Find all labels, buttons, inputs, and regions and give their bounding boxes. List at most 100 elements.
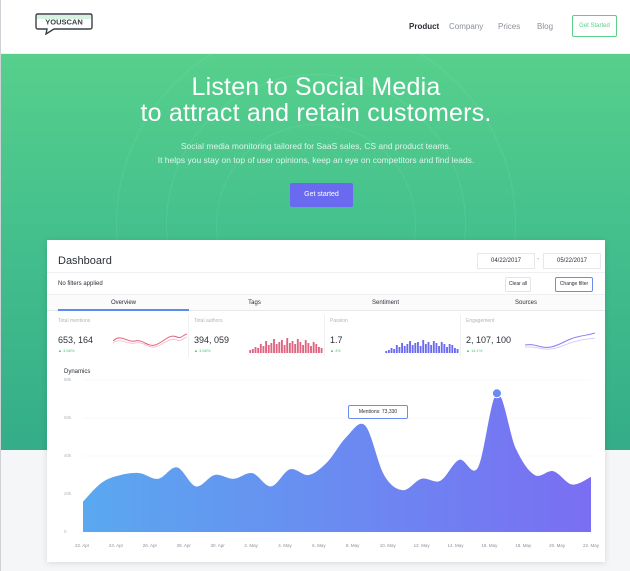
- authors-bar-sparkline: [249, 338, 323, 353]
- metric-delta: ▲ 3.56%: [194, 348, 211, 353]
- sparkline-bar: [438, 346, 440, 353]
- hero-subtitle-line-2: It helps you stay on top of user opinion…: [157, 155, 475, 165]
- get-started-button[interactable]: Get started: [290, 183, 353, 207]
- filters-bar: No filters applied Clear all Change filt…: [47, 272, 605, 295]
- sparkline-bar: [398, 347, 401, 353]
- sparkline-bar: [278, 342, 281, 353]
- sparkline-bar: [395, 345, 398, 353]
- dashboard-preview: Dashboard 04/22/2017 - 05/22/2017 No fil…: [47, 240, 605, 562]
- x-tick-label: 30. Apr: [210, 543, 225, 548]
- hero-title-line-2: to attract and retain customers.: [140, 99, 492, 127]
- metric-delta: ▲ 3.56%: [58, 348, 75, 353]
- sparkline-bar: [440, 342, 443, 353]
- sparkline-bar: [257, 348, 260, 353]
- metric-value: 653, 164: [58, 335, 94, 345]
- x-tick-label: 8. May: [345, 543, 360, 548]
- tab-sources[interactable]: Sources: [451, 295, 601, 311]
- sparkline-bar: [251, 349, 254, 353]
- x-tick-label: 26. Apr: [142, 543, 157, 548]
- metric-label: Passion: [330, 318, 348, 324]
- sparkline-bar: [265, 341, 267, 353]
- sparkline-bar: [417, 342, 419, 353]
- x-tick-label: 22. May: [583, 543, 600, 548]
- passion-bar-sparkline: [385, 340, 459, 353]
- sparkline-bar: [288, 343, 291, 353]
- dynamics-chart: Dynamics 80k 60k 40k 20k 0 22. Apr 24. Ap…: [55, 363, 599, 562]
- sparkline-bar: [401, 343, 403, 353]
- x-tick-label: 4. May: [278, 543, 292, 548]
- metric-engagement[interactable]: Engagement 2, 107, 100 ▲ 14.1%: [466, 315, 597, 357]
- sparkline-bar: [296, 339, 299, 353]
- x-tick-label: 24. Apr: [108, 543, 124, 548]
- dynamics-area-chart: [83, 379, 591, 533]
- nav-blog[interactable]: Blog: [537, 22, 553, 31]
- sparkline-bar: [267, 345, 270, 353]
- sparkline-bar: [422, 340, 425, 353]
- filters-label: No filters applied: [58, 281, 103, 287]
- sparkline-bar: [262, 346, 265, 353]
- sparkline-bar: [310, 346, 312, 353]
- sparkline-bar: [446, 347, 448, 353]
- nav-prices[interactable]: Prices: [498, 22, 520, 31]
- sparkline-bar: [283, 345, 286, 353]
- metric-value: 1.7: [330, 335, 343, 345]
- sparkline-bar: [302, 345, 304, 353]
- metric-value: 2, 107, 100: [466, 335, 512, 345]
- x-tick-label: 20. May: [549, 543, 566, 548]
- sparkline-bar: [414, 343, 417, 353]
- dynamics-area-series: [83, 393, 591, 532]
- sparkline-bar: [315, 344, 318, 353]
- get-started-top-button[interactable]: Get Started: [572, 15, 617, 37]
- x-tick-label: 6. May: [312, 543, 326, 548]
- sparkline-bar: [430, 345, 433, 353]
- tooltip-point[interactable]: [491, 388, 502, 399]
- y-tick-label: 0: [64, 529, 67, 534]
- x-tick-label: 22. Apr: [75, 543, 90, 548]
- date-to[interactable]: 05/22/2017: [543, 253, 601, 269]
- sparkline-bar: [419, 346, 422, 353]
- metric-label: Engagement: [466, 318, 495, 324]
- chart-title: Dynamics: [64, 369, 91, 375]
- y-tick-label: 40k: [64, 453, 72, 458]
- tab-tags[interactable]: Tags: [189, 295, 320, 311]
- active-tab-indicator: [58, 309, 189, 311]
- sparkline-bar: [385, 351, 388, 353]
- sparkline-bar: [312, 342, 315, 353]
- sparkline-bar: [299, 342, 302, 353]
- sparkline-bar: [320, 348, 323, 353]
- clear-all-button[interactable]: Clear all: [505, 277, 531, 292]
- metric-delta: ▲ 4%: [330, 348, 341, 353]
- x-tick-label: 12. May: [413, 543, 430, 548]
- logo-text: YOUSCAN: [45, 18, 83, 27]
- sparkline-bar: [448, 344, 451, 353]
- sparkline-bar: [432, 341, 435, 353]
- sparkline-bar: [270, 343, 273, 353]
- tab-sentiment[interactable]: Sentiment: [320, 295, 451, 311]
- sparkline-bar: [307, 343, 310, 353]
- top-navigation: YOUSCAN Product Company Prices Blog Get …: [1, 0, 630, 54]
- change-filter-button[interactable]: Change filter: [555, 277, 593, 292]
- x-tick-label: 28. Apr: [176, 543, 191, 548]
- sparkline-bar: [393, 349, 396, 353]
- y-tick-label: 60k: [64, 415, 72, 420]
- metric-label: Total mentions: [58, 318, 91, 324]
- dashboard-title: Dashboard: [58, 255, 112, 267]
- sparkline-bar: [409, 341, 411, 353]
- sparkline-bar: [304, 340, 307, 353]
- sparkline-bar: [456, 349, 459, 353]
- sparkline-bar: [451, 345, 454, 353]
- date-from[interactable]: 04/22/2017: [477, 253, 535, 269]
- metric-total-mentions[interactable]: Total mentions 653, 164 ▲ 3.56%: [58, 315, 189, 357]
- nav-product[interactable]: Product: [409, 22, 439, 31]
- youscan-logo[interactable]: YOUSCAN: [34, 11, 94, 35]
- engagement-sparkline: [524, 332, 595, 350]
- metric-total-authors[interactable]: Total authors 394, 059 ▲ 3.56%: [194, 315, 325, 357]
- sparkline-bar: [454, 348, 456, 353]
- metric-passion[interactable]: Passion 1.7 ▲ 4%: [330, 315, 461, 357]
- sparkline-bar: [286, 338, 289, 353]
- x-tick-label: 10. May: [379, 543, 396, 548]
- nav-company[interactable]: Company: [449, 22, 483, 31]
- sparkline-bar: [249, 350, 252, 353]
- sparkline-bar: [273, 339, 275, 353]
- sparkline-bar: [411, 345, 414, 353]
